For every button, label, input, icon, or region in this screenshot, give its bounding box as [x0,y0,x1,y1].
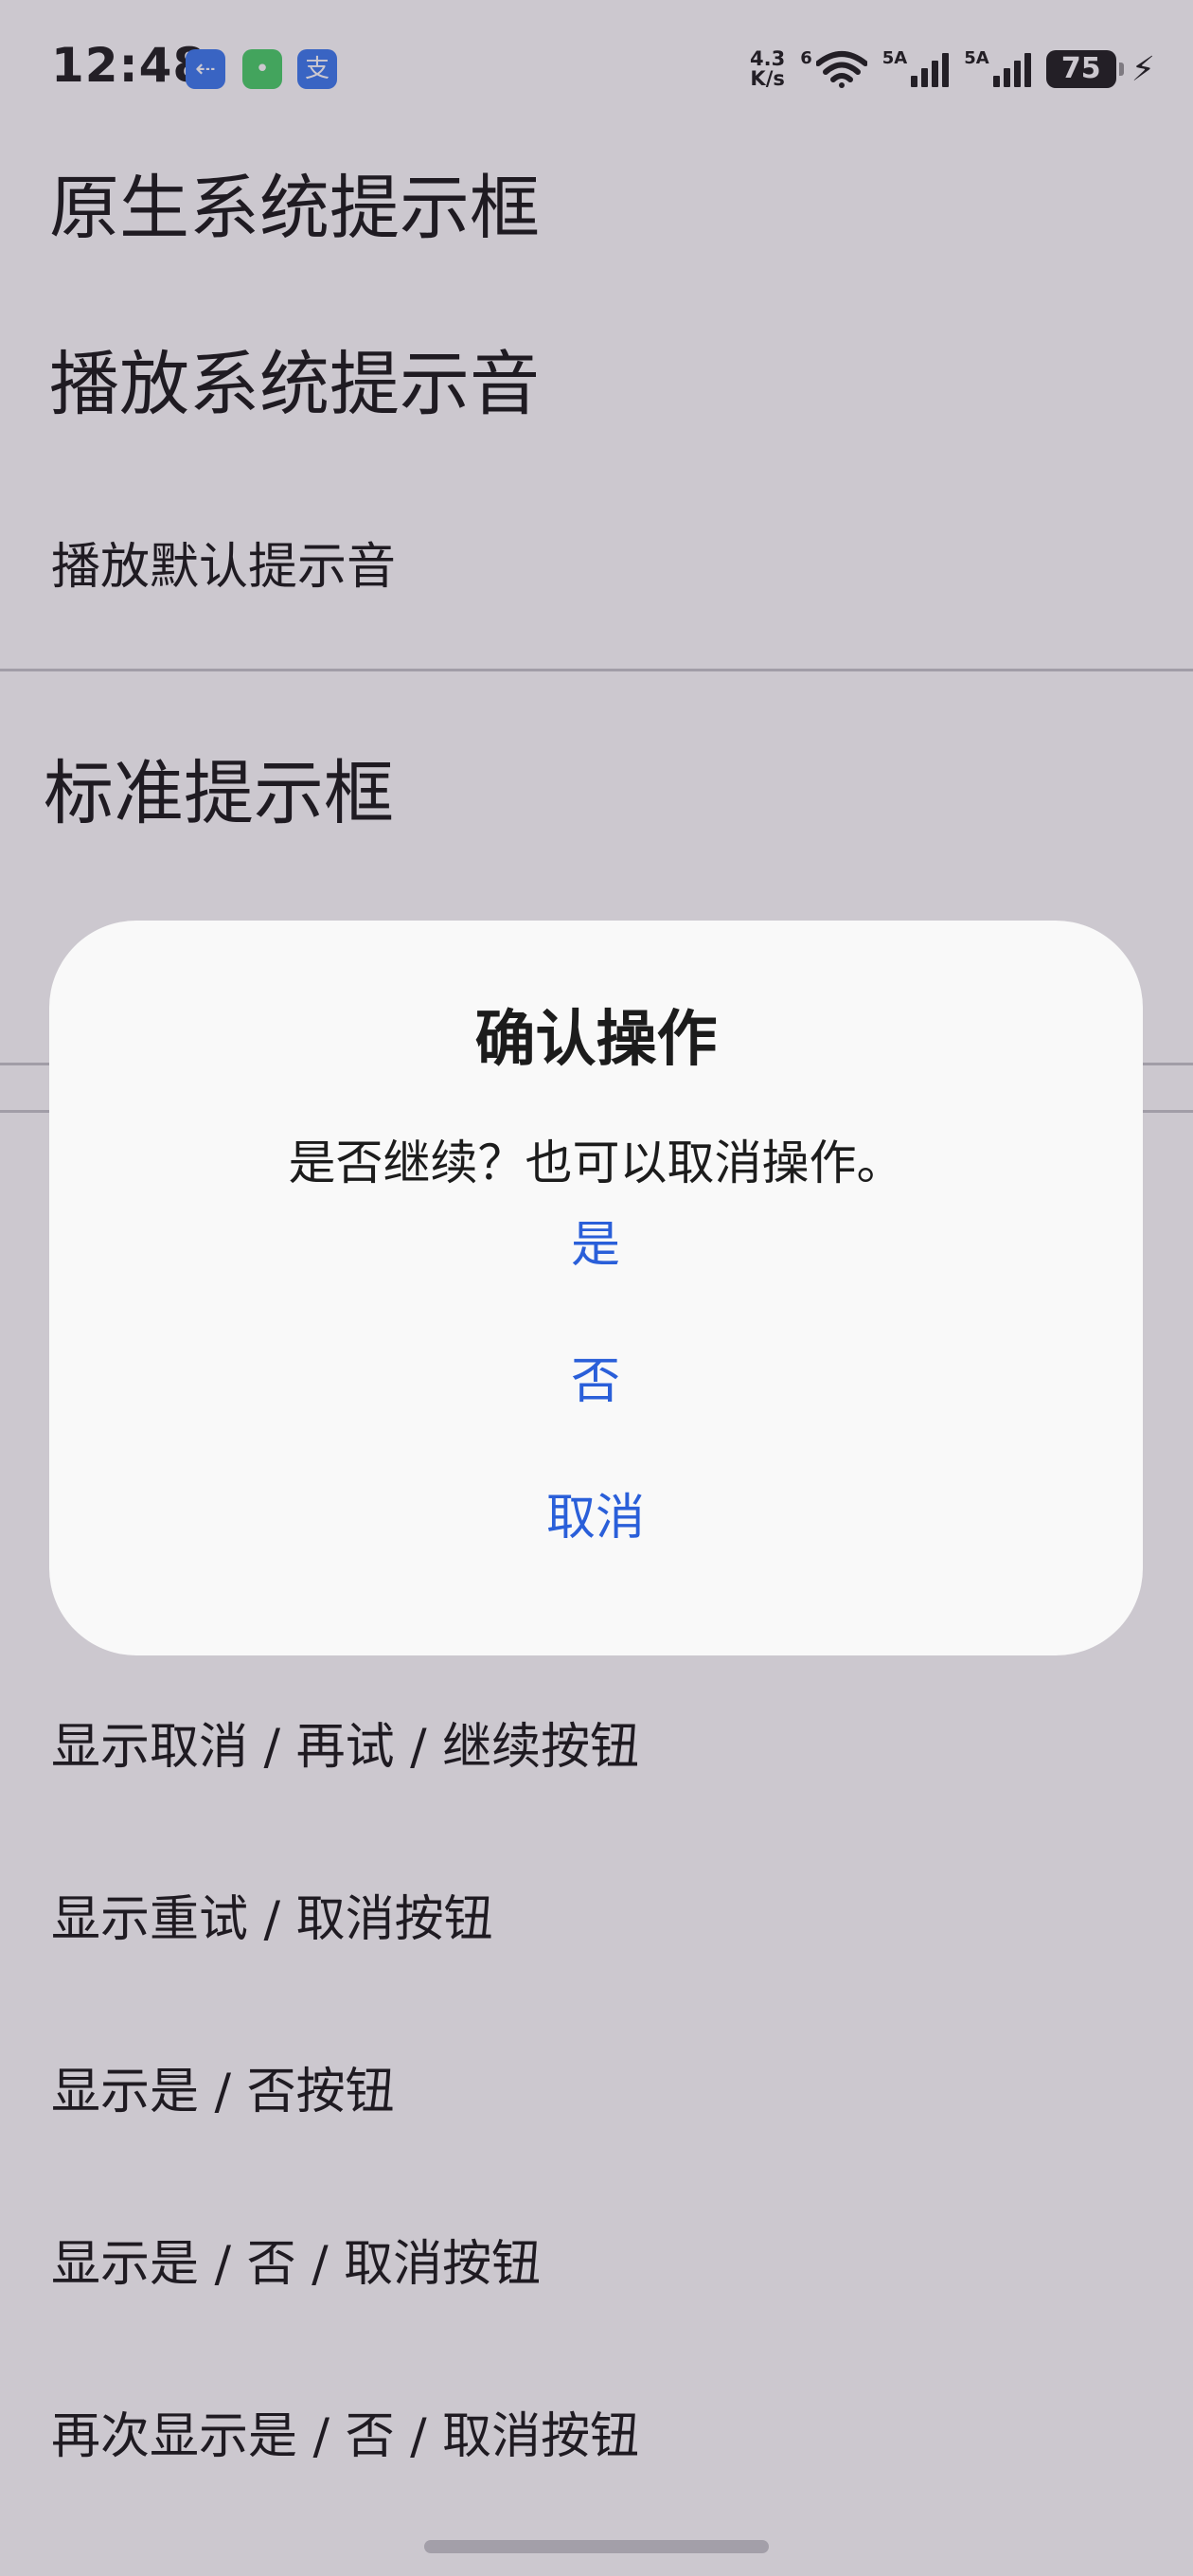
cancel-button[interactable]: 取消 [406,1466,785,1570]
dialog-title: 确认操作 [474,1005,718,1075]
yes-button[interactable]: 是 [406,1193,785,1297]
no-button[interactable]: 否 [406,1330,785,1434]
dialog-message: 是否继续？也可以取消操作。 [288,1136,904,1190]
confirm-dialog: 确认操作 是否继续？也可以取消操作。 是 否 取消 [49,921,1143,1655]
